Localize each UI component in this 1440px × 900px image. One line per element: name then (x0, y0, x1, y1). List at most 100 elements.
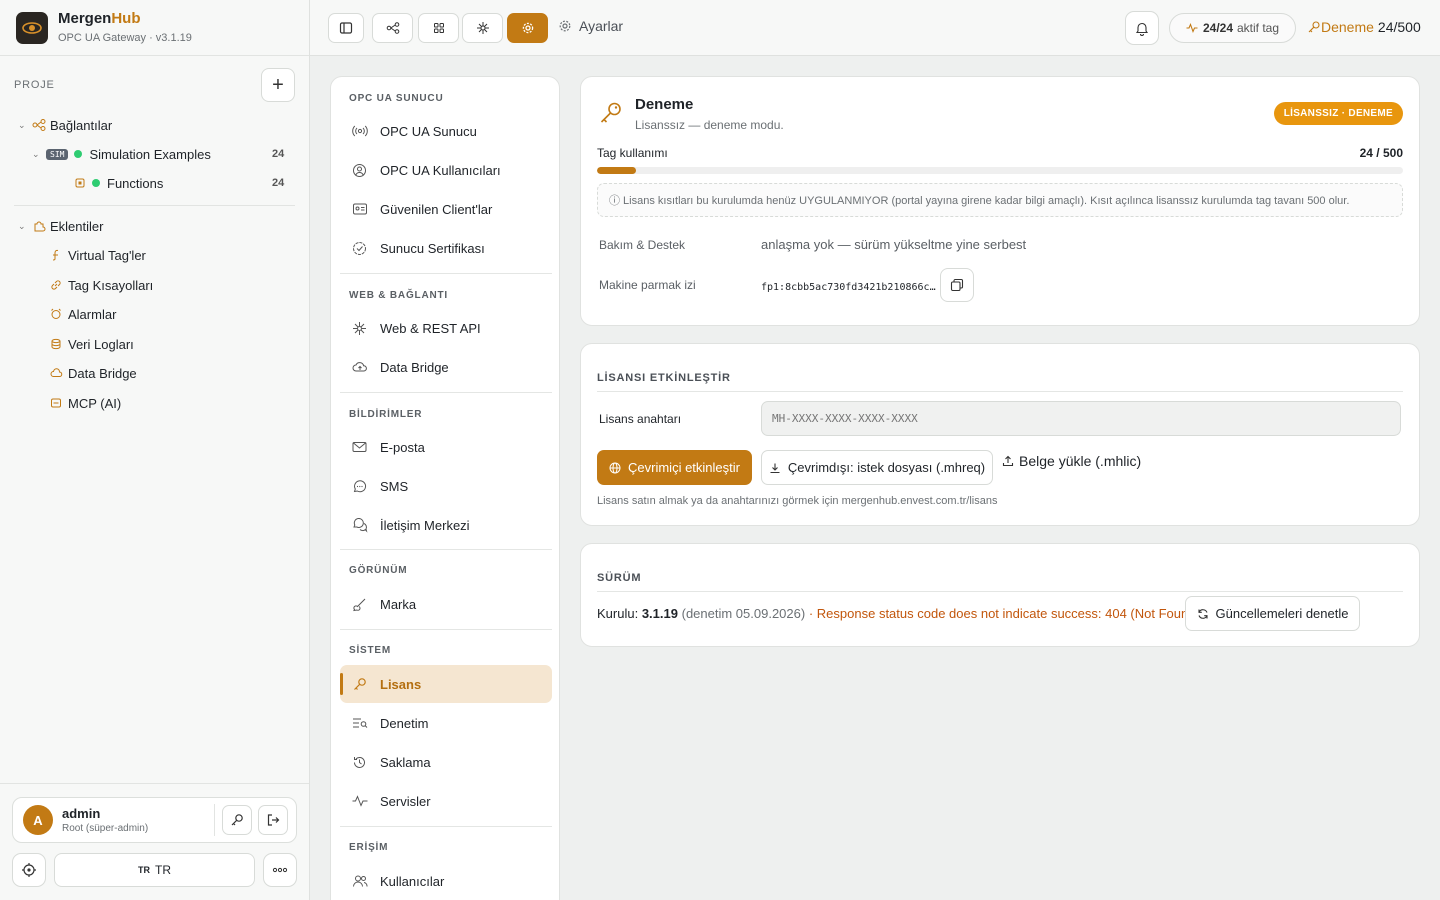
fingerprint-label: Makine parmak izi (599, 278, 696, 292)
menu-item-label: Kullanıcılar (380, 873, 445, 889)
plugin-label: Tag Kısayolları (68, 277, 154, 293)
logout-button[interactable] (258, 805, 288, 835)
update-error-text: Response status code does not indicate s… (816, 606, 1204, 621)
chevron-down-icon[interactable]: ⌄ (18, 120, 32, 131)
activate-online-label: Çevrimiçi etkinleştir (628, 460, 740, 475)
license-key-input[interactable] (761, 401, 1401, 436)
tree-simulation-examples[interactable]: ⌄ SIM Simulation Examples (32, 142, 211, 166)
trial-status[interactable]: Deneme 24/500 (1307, 19, 1421, 35)
divider (340, 826, 552, 827)
divider (340, 549, 552, 550)
language-code: TR (138, 865, 150, 875)
plugin-alarms[interactable]: Alarmlar (50, 302, 116, 326)
upload-license-label: Belge yükle (.mhlic) (1019, 453, 1142, 469)
chevron-down-icon[interactable]: ⌄ (32, 149, 46, 160)
notifications-button[interactable] (1125, 11, 1159, 45)
menu-item-web-rest-api[interactable]: Web & REST API (340, 309, 552, 347)
bell-icon (1135, 22, 1149, 36)
toggle-sidebar-button[interactable] (328, 13, 364, 43)
divider (597, 391, 1403, 392)
dashboard-button[interactable] (418, 13, 459, 43)
offline-request-label: Çevrimdışı: istek dosyası (.mhreq) (787, 460, 986, 475)
menu-item-users[interactable]: Kullanıcılar (340, 862, 552, 900)
menu-item-trusted-clients[interactable]: Güvenilen Client'lar (340, 190, 552, 228)
network-icon (476, 22, 489, 34)
audit-date: (denetim 05.09.2026) (681, 606, 806, 621)
menu-item-server-certificate[interactable]: Sunucu Sertifikası (340, 229, 552, 267)
connections-view-button[interactable] (372, 13, 413, 43)
menu-item-audit[interactable]: Denetim (340, 704, 552, 742)
tag-usage-value: 24 / 500 (1359, 146, 1403, 160)
activate-online-button[interactable]: Çevrimiçi etkinleştir (597, 450, 752, 485)
more-button[interactable] (263, 853, 297, 887)
plugin-data-bridge[interactable]: Data Bridge (50, 361, 137, 385)
menu-item-services[interactable]: Servisler (340, 782, 552, 820)
offline-request-button[interactable]: Çevrimdışı: istek dosyası (.mhreq) (761, 450, 993, 485)
plugin-tag-shortcuts[interactable]: Tag Kısayolları (50, 273, 153, 297)
menu-section-title: BİLDİRİMLER (349, 409, 423, 420)
menu-item-retention[interactable]: Saklama (340, 743, 552, 781)
tree-plugins[interactable]: ⌄ Eklentiler (18, 214, 103, 238)
active-tags-status[interactable]: 24/24 aktif tag (1169, 13, 1296, 43)
network-button[interactable] (462, 13, 503, 43)
function-icon (50, 249, 68, 261)
settings-button[interactable] (507, 13, 548, 43)
users-icon (352, 874, 380, 888)
plugin-mcp[interactable]: MCP (AI) (50, 391, 121, 415)
badge-check-icon (352, 241, 380, 256)
menu-item-email[interactable]: E-posta (340, 428, 552, 466)
menu-item-opcua-server[interactable]: OPC UA Sunucu (340, 112, 552, 150)
language-button[interactable]: TR TR (54, 853, 255, 887)
menu-section-title: GÖRÜNÜM (349, 565, 408, 576)
menu-item-sms[interactable]: SMS (340, 467, 552, 505)
menu-section-title: WEB & BAĞLANTI (349, 290, 448, 301)
active-tags-value: 24/24 (1202, 21, 1233, 35)
divider (14, 205, 295, 206)
change-password-button[interactable] (222, 805, 252, 835)
copy-fingerprint-button[interactable] (940, 268, 974, 302)
key-icon (231, 814, 243, 826)
divider (340, 392, 552, 393)
cloud-icon (50, 367, 68, 379)
link-icon (50, 279, 68, 291)
check-updates-button[interactable]: Güncellemeleri denetle (1185, 596, 1360, 631)
menu-item-brand[interactable]: Marka (340, 585, 552, 623)
brand-header: MergenHub OPC UA Gateway · v3.1.19 (0, 0, 309, 56)
tag-usage-label: Tag kullanımı (597, 146, 668, 160)
installed-version: 3.1.19 (641, 606, 678, 621)
status-badge: LİSANSSIZ · DENEME (1273, 102, 1403, 125)
sidebar: MergenHub OPC UA Gateway · v3.1.19 PROJE… (0, 0, 310, 900)
plugin-label: Alarmlar (68, 306, 117, 322)
breadcrumb: Ayarlar (558, 18, 623, 34)
globe-icon (609, 462, 621, 473)
simulation-count: 24 (272, 148, 285, 160)
plugin-label: MCP (AI) (68, 395, 122, 411)
upload-license-button[interactable]: Belge yükle (.mhlic) (1002, 451, 1141, 471)
tree-connections[interactable]: ⌄ Bağlantılar (18, 113, 112, 137)
plugin-data-logs[interactable]: Veri Logları (50, 332, 134, 356)
menu-item-data-bridge[interactable]: Data Bridge (340, 348, 552, 386)
trial-value: 24/500 (1377, 19, 1421, 35)
add-project-button[interactable]: + (261, 68, 295, 102)
divider (340, 273, 552, 274)
app-logo (16, 12, 48, 44)
menu-item-label: Servisler (380, 793, 431, 809)
id-card-icon (352, 202, 380, 216)
menu-item-opcua-users[interactable]: OPC UA Kullanıcıları (340, 151, 552, 189)
menu-section-title: ERİŞİM (349, 842, 389, 853)
activate-title: LİSANSI ETKİNLEŞTİR (597, 372, 731, 384)
key-icon (1308, 21, 1320, 33)
locate-button[interactable] (12, 853, 46, 887)
user-role: Root (süper-admin) (62, 823, 149, 834)
divider (0, 783, 309, 784)
plugin-virtual-tags[interactable]: Virtual Tag'ler (50, 243, 146, 267)
menu-item-communication-center[interactable]: İletişim Merkezi (340, 506, 552, 544)
grid-icon (433, 23, 444, 33)
tree-functions[interactable]: Functions (74, 171, 163, 195)
messages-icon (352, 517, 380, 533)
menu-item-license[interactable]: Lisans (340, 665, 552, 703)
connections-icon (386, 22, 399, 34)
crosshair-icon (22, 863, 36, 877)
logout-icon (267, 814, 280, 826)
chevron-down-icon[interactable]: ⌄ (18, 221, 32, 232)
